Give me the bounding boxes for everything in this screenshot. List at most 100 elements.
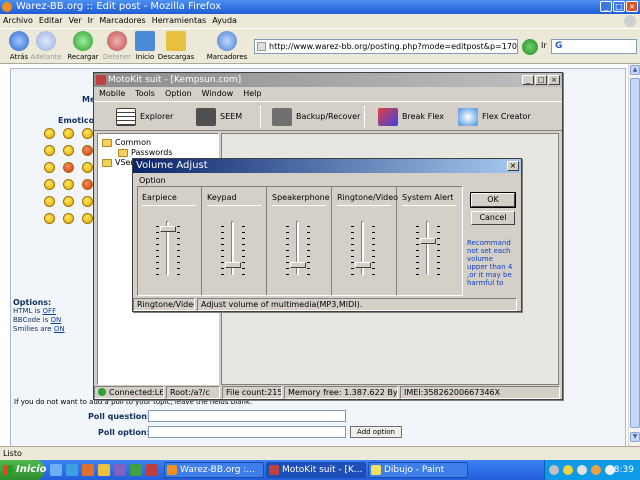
cancel-button[interactable]: Cancel (471, 211, 515, 225)
channel-earpiece: Earpiece (138, 187, 202, 295)
ok-button[interactable]: OK (470, 192, 516, 208)
menu-option[interactable]: Option (165, 87, 192, 100)
smiley-icon[interactable] (44, 196, 55, 207)
forward-button[interactable]: Adelante (27, 31, 65, 61)
flex-creator-button[interactable]: Flex Creator (458, 108, 531, 128)
earpiece-volume-slider[interactable] (156, 221, 180, 275)
smiley-icon[interactable] (63, 213, 74, 224)
menu-tools[interactable]: Tools (135, 87, 155, 100)
smiley-icon[interactable] (82, 128, 93, 139)
smiley-icon[interactable] (44, 179, 55, 190)
poll-option-input[interactable] (148, 426, 346, 438)
mad-smiley-icon[interactable] (63, 162, 74, 173)
mad-smiley-icon[interactable] (82, 179, 93, 190)
bookmarks-button[interactable]: Marcadores (204, 31, 250, 61)
ringtone-video-volume-slider[interactable] (351, 221, 375, 275)
task-firefox[interactable]: Warez-BB.org :... (164, 462, 264, 478)
smiley-icon[interactable] (63, 179, 74, 190)
mad-smiley-icon[interactable] (82, 145, 93, 156)
system-alert-volume-slider[interactable] (416, 221, 440, 275)
smiley-icon[interactable] (44, 145, 55, 156)
menu-help[interactable]: Help (243, 87, 261, 100)
smiley-icon[interactable] (63, 128, 74, 139)
menu-ver[interactable]: Ver (69, 14, 82, 28)
poll-question-input[interactable] (148, 410, 346, 422)
slider-thumb[interactable] (225, 262, 241, 268)
paint-icon (371, 465, 381, 475)
smiley-icon[interactable] (82, 196, 93, 207)
speakerphone-volume-slider[interactable] (286, 221, 310, 275)
smiley-icon[interactable] (44, 128, 55, 139)
start-button[interactable]: Inicio (0, 460, 47, 480)
tray-arrow-icon[interactable] (549, 465, 559, 475)
break-flex-button[interactable]: Break Flex (378, 108, 444, 128)
option-value-link[interactable]: ON (50, 316, 61, 324)
quicklaunch-app2-icon[interactable] (146, 464, 158, 476)
smiley-icon[interactable] (82, 162, 93, 173)
close-button[interactable]: × (626, 1, 638, 12)
menu-marcadores[interactable]: Marcadores (99, 14, 145, 28)
reload-button[interactable]: Recargar (64, 31, 102, 61)
tree-node-common[interactable]: Common (102, 138, 151, 148)
backup-recover-button[interactable]: Backup/Recover (272, 108, 360, 128)
home-label: Inicio (135, 53, 155, 61)
menu-ayuda[interactable]: Ayuda (212, 14, 237, 28)
slider-thumb[interactable] (160, 226, 176, 232)
bookmarks-label: Marcadores (206, 53, 248, 61)
page-icon (257, 42, 266, 51)
menu-mobile[interactable]: Mobile (99, 87, 125, 100)
menu-ir[interactable]: Ir (88, 14, 94, 28)
task-paint[interactable]: Dibujo - Paint (368, 462, 468, 478)
option-value-link[interactable]: OFF (43, 307, 57, 315)
smiley-icon[interactable] (63, 196, 74, 207)
smiley-icon[interactable] (63, 145, 74, 156)
motokit-close-button[interactable]: × (548, 75, 560, 85)
tree-node-vser[interactable]: VSer (102, 158, 134, 168)
explorer-button[interactable]: Explorer (116, 108, 173, 128)
task-motokit[interactable]: MotoKit suit - [K... (266, 462, 366, 478)
tree-label: VSer (115, 158, 134, 167)
url-input[interactable]: http://www.warez-bb.org/posting.php?mode… (254, 39, 518, 54)
downloads-button[interactable]: Descargas (157, 31, 195, 61)
scroll-up-arrow[interactable]: ▲ (630, 65, 640, 75)
page-scrollbar[interactable]: ▲ ▼ (628, 64, 640, 446)
minimize-button[interactable]: _ (600, 1, 612, 12)
quicklaunch-media-icon[interactable] (114, 464, 126, 476)
go-button[interactable] (522, 39, 538, 55)
quicklaunch-firefox-icon[interactable] (82, 464, 94, 476)
volume-icon[interactable] (591, 465, 601, 475)
volume-dialog-close-button[interactable]: × (507, 161, 519, 171)
menu-archivo[interactable]: Archivo (3, 14, 33, 28)
channel-divider (207, 205, 261, 206)
menu-editar[interactable]: Editar (39, 14, 63, 28)
task-label: MotoKit suit - [K... (282, 465, 363, 475)
seem-button[interactable]: SEEM (196, 108, 242, 128)
quicklaunch-ie-icon[interactable] (66, 464, 78, 476)
tree-node-passwords[interactable]: Passwords (118, 148, 173, 158)
menu-herramientas[interactable]: Herramientas (152, 14, 207, 28)
scroll-thumb[interactable] (630, 78, 640, 428)
taskbar: Inicio Warez-BB.org :... MotoKit suit - … (0, 460, 640, 480)
network-icon[interactable] (577, 465, 587, 475)
menu-window[interactable]: Window (202, 87, 234, 100)
quicklaunch-app-icon[interactable] (130, 464, 142, 476)
maximize-button[interactable]: □ (613, 1, 625, 12)
add-option-button[interactable]: Add option (350, 426, 402, 438)
quicklaunch-folder-icon[interactable] (98, 464, 110, 476)
scroll-down-arrow[interactable]: ▼ (630, 432, 640, 442)
smiley-icon[interactable] (44, 162, 55, 173)
smiley-icon[interactable] (82, 213, 93, 224)
security-shield-icon[interactable] (563, 465, 573, 475)
search-input[interactable]: G (551, 39, 637, 54)
slider-thumb[interactable] (290, 262, 306, 268)
motokit-maximize-button[interactable]: □ (535, 75, 547, 85)
motokit-minimize-button[interactable]: _ (522, 75, 534, 85)
option-value-link[interactable]: ON (54, 325, 65, 333)
slider-thumb[interactable] (355, 262, 371, 268)
quicklaunch-desktop-icon[interactable] (50, 464, 62, 476)
clock[interactable]: 8:39 (614, 460, 634, 480)
smiley-icon[interactable] (44, 213, 55, 224)
keypad-volume-slider[interactable] (221, 221, 245, 275)
slider-thumb[interactable] (420, 238, 436, 244)
go-label[interactable]: Ir (541, 41, 547, 50)
